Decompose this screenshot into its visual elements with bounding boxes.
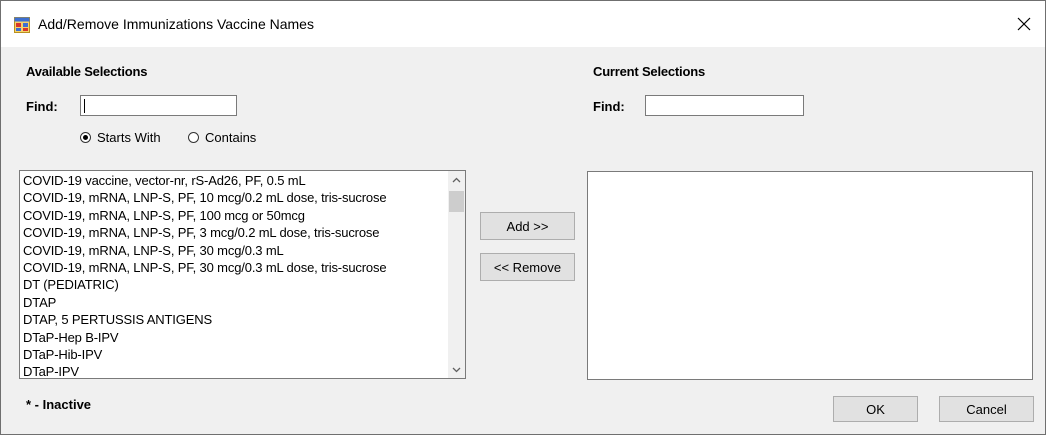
list-item[interactable]: DTaP-Hib-IPV [20, 346, 465, 363]
remove-button[interactable]: << Remove [480, 253, 575, 281]
radio-selected-dot [83, 135, 88, 140]
radio-circle-starts-with [80, 132, 91, 143]
list-item[interactable]: COVID-19, mRNA, LNP-S, PF, 3 mcg/0.2 mL … [20, 224, 465, 241]
close-button[interactable] [1007, 9, 1041, 39]
radio-circle-contains [188, 132, 199, 143]
text-caret [84, 99, 85, 113]
close-icon [1017, 17, 1031, 31]
current-find-label: Find: [593, 99, 625, 114]
radio-starts-with-label: Starts With [97, 130, 161, 145]
scroll-thumb[interactable] [449, 191, 464, 212]
radio-contains-label: Contains [205, 130, 257, 145]
list-item[interactable]: COVID-19, mRNA, LNP-S, PF, 30 mcg/0.3 mL [20, 242, 465, 259]
available-find-input[interactable] [80, 95, 237, 116]
list-item[interactable]: DT (PEDIATRIC) [20, 276, 465, 293]
available-list-scrollbar[interactable] [448, 171, 465, 378]
radio-starts-with[interactable]: Starts With [80, 130, 161, 145]
app-window-icon [14, 17, 30, 33]
available-list[interactable]: COVID-19 vaccine, vector-nr, rS-Ad26, PF… [19, 170, 466, 379]
scroll-down-button[interactable] [448, 361, 465, 378]
list-item[interactable]: DTAP [20, 294, 465, 311]
list-item[interactable]: COVID-19, mRNA, LNP-S, PF, 100 mcg or 50… [20, 207, 465, 224]
list-item[interactable]: DTaP-Hep B-IPV [20, 329, 465, 346]
scroll-up-button[interactable] [448, 171, 465, 188]
available-list-items: COVID-19 vaccine, vector-nr, rS-Ad26, PF… [20, 171, 465, 378]
inactive-legend: * - Inactive [26, 397, 92, 412]
list-item[interactable]: COVID-19 vaccine, vector-nr, rS-Ad26, PF… [20, 172, 465, 189]
radio-contains[interactable]: Contains [188, 130, 256, 145]
available-find-label: Find: [26, 99, 58, 114]
list-item[interactable]: DTaP-IPV [20, 363, 465, 378]
current-list[interactable] [587, 171, 1033, 380]
list-item[interactable]: COVID-19, mRNA, LNP-S, PF, 30 mcg/0.3 mL… [20, 259, 465, 276]
title-bar: Add/Remove Immunizations Vaccine Names [1, 1, 1045, 47]
chevron-up-icon [452, 177, 461, 182]
cancel-button[interactable]: Cancel [939, 396, 1034, 422]
dialog-window: Add/Remove Immunizations Vaccine Names A… [0, 0, 1046, 435]
ok-button[interactable]: OK [833, 396, 918, 422]
current-selections-heading: Current Selections [593, 64, 705, 79]
add-button[interactable]: Add >> [480, 212, 575, 240]
list-item[interactable]: COVID-19, mRNA, LNP-S, PF, 10 mcg/0.2 mL… [20, 189, 465, 206]
window-title: Add/Remove Immunizations Vaccine Names [38, 16, 314, 32]
chevron-down-icon [452, 367, 461, 372]
current-find-input[interactable] [645, 95, 804, 116]
list-item[interactable]: DTAP, 5 PERTUSSIS ANTIGENS [20, 311, 465, 328]
available-selections-heading: Available Selections [26, 64, 148, 79]
